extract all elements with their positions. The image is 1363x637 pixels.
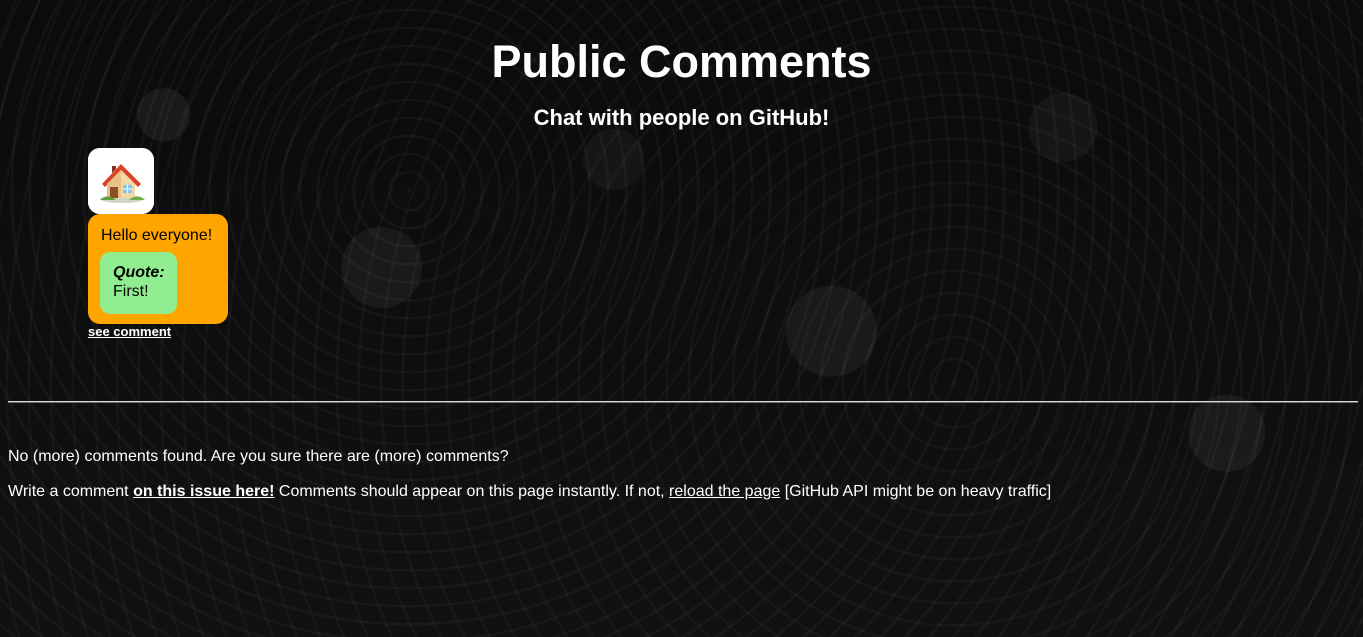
quote-text: First! bbox=[113, 283, 149, 300]
comment-bubble: Hello everyone! Quote: First! bbox=[88, 214, 228, 324]
divider bbox=[8, 401, 1358, 403]
house-icon bbox=[88, 148, 154, 214]
empty-comments-message: No (more) comments found. Are you sure t… bbox=[8, 448, 509, 465]
page-subtitle: Chat with people on GitHub! bbox=[533, 105, 830, 130]
write-comment-prefix: Write a comment bbox=[8, 483, 134, 500]
quote-label: Quote: bbox=[113, 264, 165, 281]
avatar bbox=[88, 148, 154, 214]
quote-box: Quote: First! bbox=[100, 252, 177, 314]
see-comment-link[interactable]: see comment bbox=[88, 324, 171, 340]
reload-page-link[interactable]: reload the page bbox=[669, 483, 780, 500]
write-comment-instructions: Write a comment on this issue here! Comm… bbox=[8, 482, 1051, 502]
page-title: Public Comments bbox=[491, 36, 872, 87]
comment-text: Hello everyone! bbox=[101, 227, 213, 244]
instant-text: Comments should appear on this page inst… bbox=[274, 483, 670, 500]
issue-link[interactable]: on this issue here! bbox=[133, 483, 274, 500]
traffic-note: [GitHub API might be on heavy traffic] bbox=[780, 483, 1052, 500]
